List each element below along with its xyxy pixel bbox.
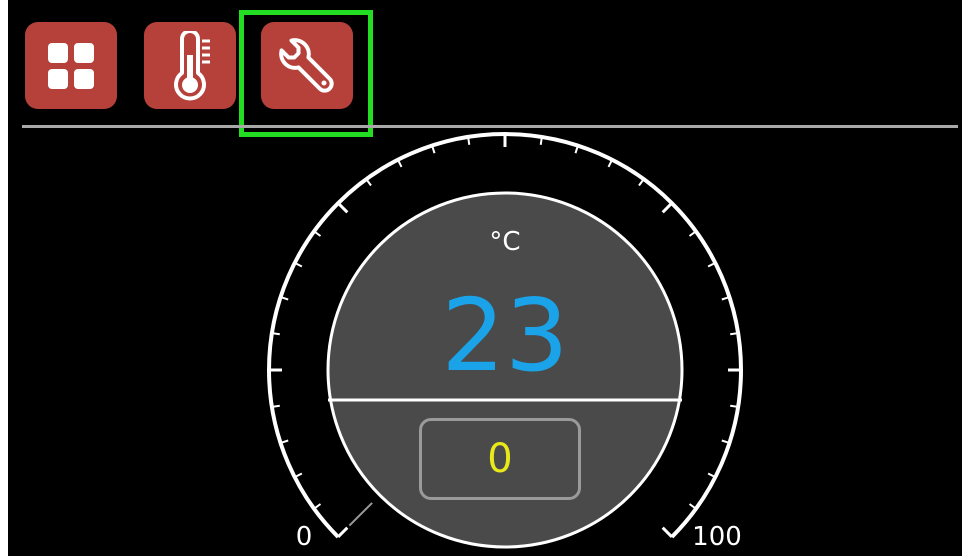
gauge-minor-tick: [688, 503, 697, 510]
gauge-minor-tick: [365, 178, 372, 187]
gauge-minor-tick: [638, 178, 645, 187]
gauge-minor-tick: [467, 136, 471, 145]
gauge-minor-tick: [313, 503, 322, 510]
temperature-value: 23: [441, 277, 568, 394]
gauge-minor-tick: [271, 332, 280, 336]
gauge-minor-tick: [539, 136, 543, 145]
gauge-major-tick: [661, 526, 673, 538]
gauge-needle: [348, 502, 373, 527]
gauge-minor-tick: [313, 230, 322, 237]
gauge-minor-tick: [271, 404, 280, 408]
gauge-major-tick: [337, 526, 349, 538]
gauge-minor-tick: [730, 404, 739, 408]
gauge-major-tick: [661, 202, 673, 214]
setpoint-value: 0: [487, 436, 513, 482]
gauge-major-tick: [337, 202, 349, 214]
gauge-max-label: 100: [692, 522, 742, 552]
gauge-minor-tick: [730, 332, 739, 336]
unit-label: °C: [489, 227, 520, 257]
device-screen: °C 23 0 100 0: [0, 0, 970, 556]
gauge-minor-tick: [688, 230, 697, 237]
setpoint-field[interactable]: 0: [419, 418, 581, 500]
gauge-min-label: 0: [296, 522, 313, 552]
